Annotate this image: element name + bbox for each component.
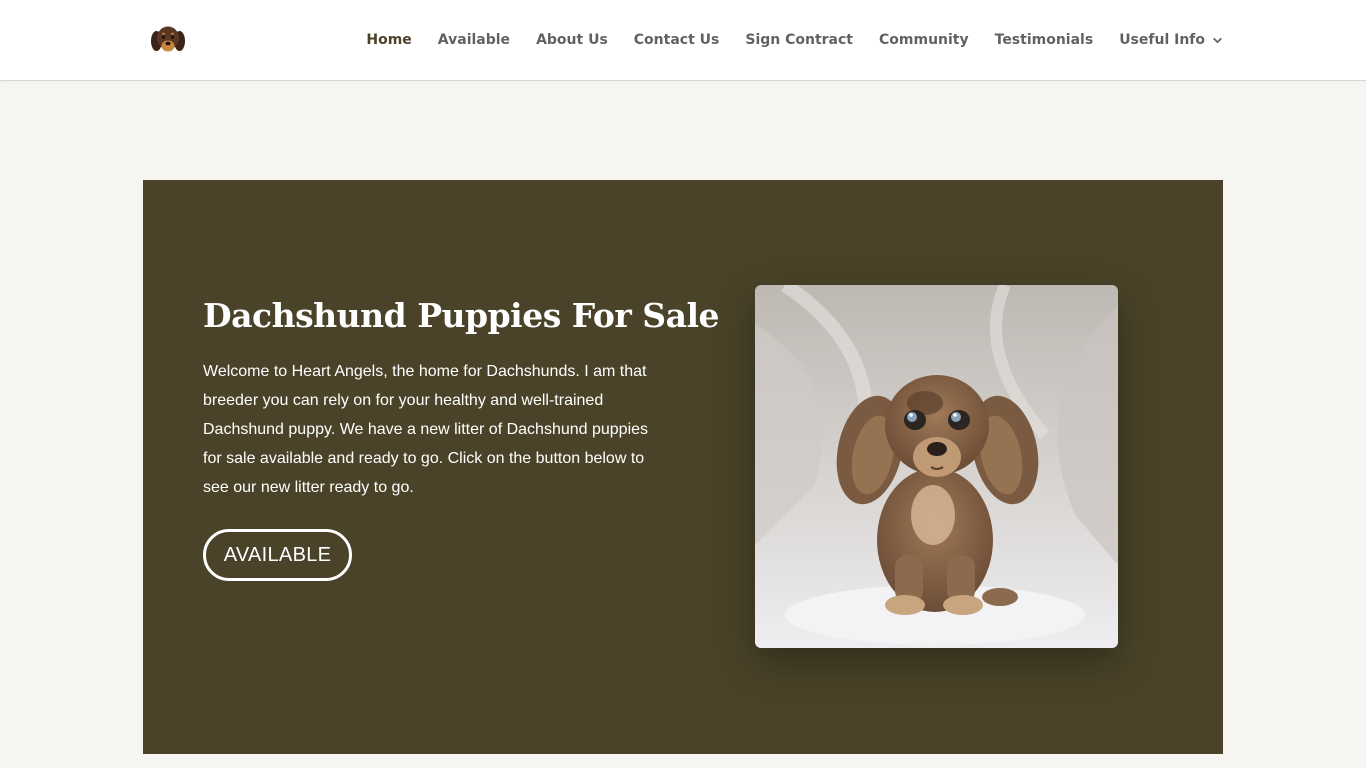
nav-item-available[interactable]: Available [438,32,510,48]
available-button[interactable]: AVAILABLE [203,529,352,581]
dachshund-head-icon [151,26,185,52]
nav-item-testimonials[interactable]: Testimonials [995,32,1094,48]
logo-link[interactable] [150,24,186,56]
nav-item-home[interactable]: Home [366,32,411,48]
nav-item-sign-contract[interactable]: Sign Contract [745,32,853,48]
nav-item-label: Sign Contract [745,32,853,48]
hero-description: Welcome to Heart Angels, the home for Da… [203,363,649,496]
nav-item-label: Useful Info [1119,32,1205,48]
nav-item-label: Contact Us [633,32,720,48]
hero-section: Dachshund Puppies For Sale Welcome to He… [143,180,1223,754]
nav-item-label: About Us [536,32,608,48]
main-nav: Home Available About Us Contact Us Sign … [366,0,1223,80]
dachshund-puppy-photo [755,285,1118,648]
site-header: Home Available About Us Contact Us Sign … [0,0,1366,80]
chevron-down-icon [1213,37,1222,43]
nav-item-useful-info[interactable]: Useful Info [1119,32,1223,48]
nav-item-label: Home [366,32,412,48]
nav-item-label: Available [437,32,511,48]
nav-item-label: Community [879,32,969,48]
nav-item-about-us[interactable]: About Us [536,32,608,48]
nav-item-community[interactable]: Community [879,32,969,48]
hero-title: Dachshund Puppies For Sale [203,296,720,335]
nav-item-contact-us[interactable]: Contact Us [634,32,720,48]
nav-item-label: Testimonials [994,32,1094,48]
